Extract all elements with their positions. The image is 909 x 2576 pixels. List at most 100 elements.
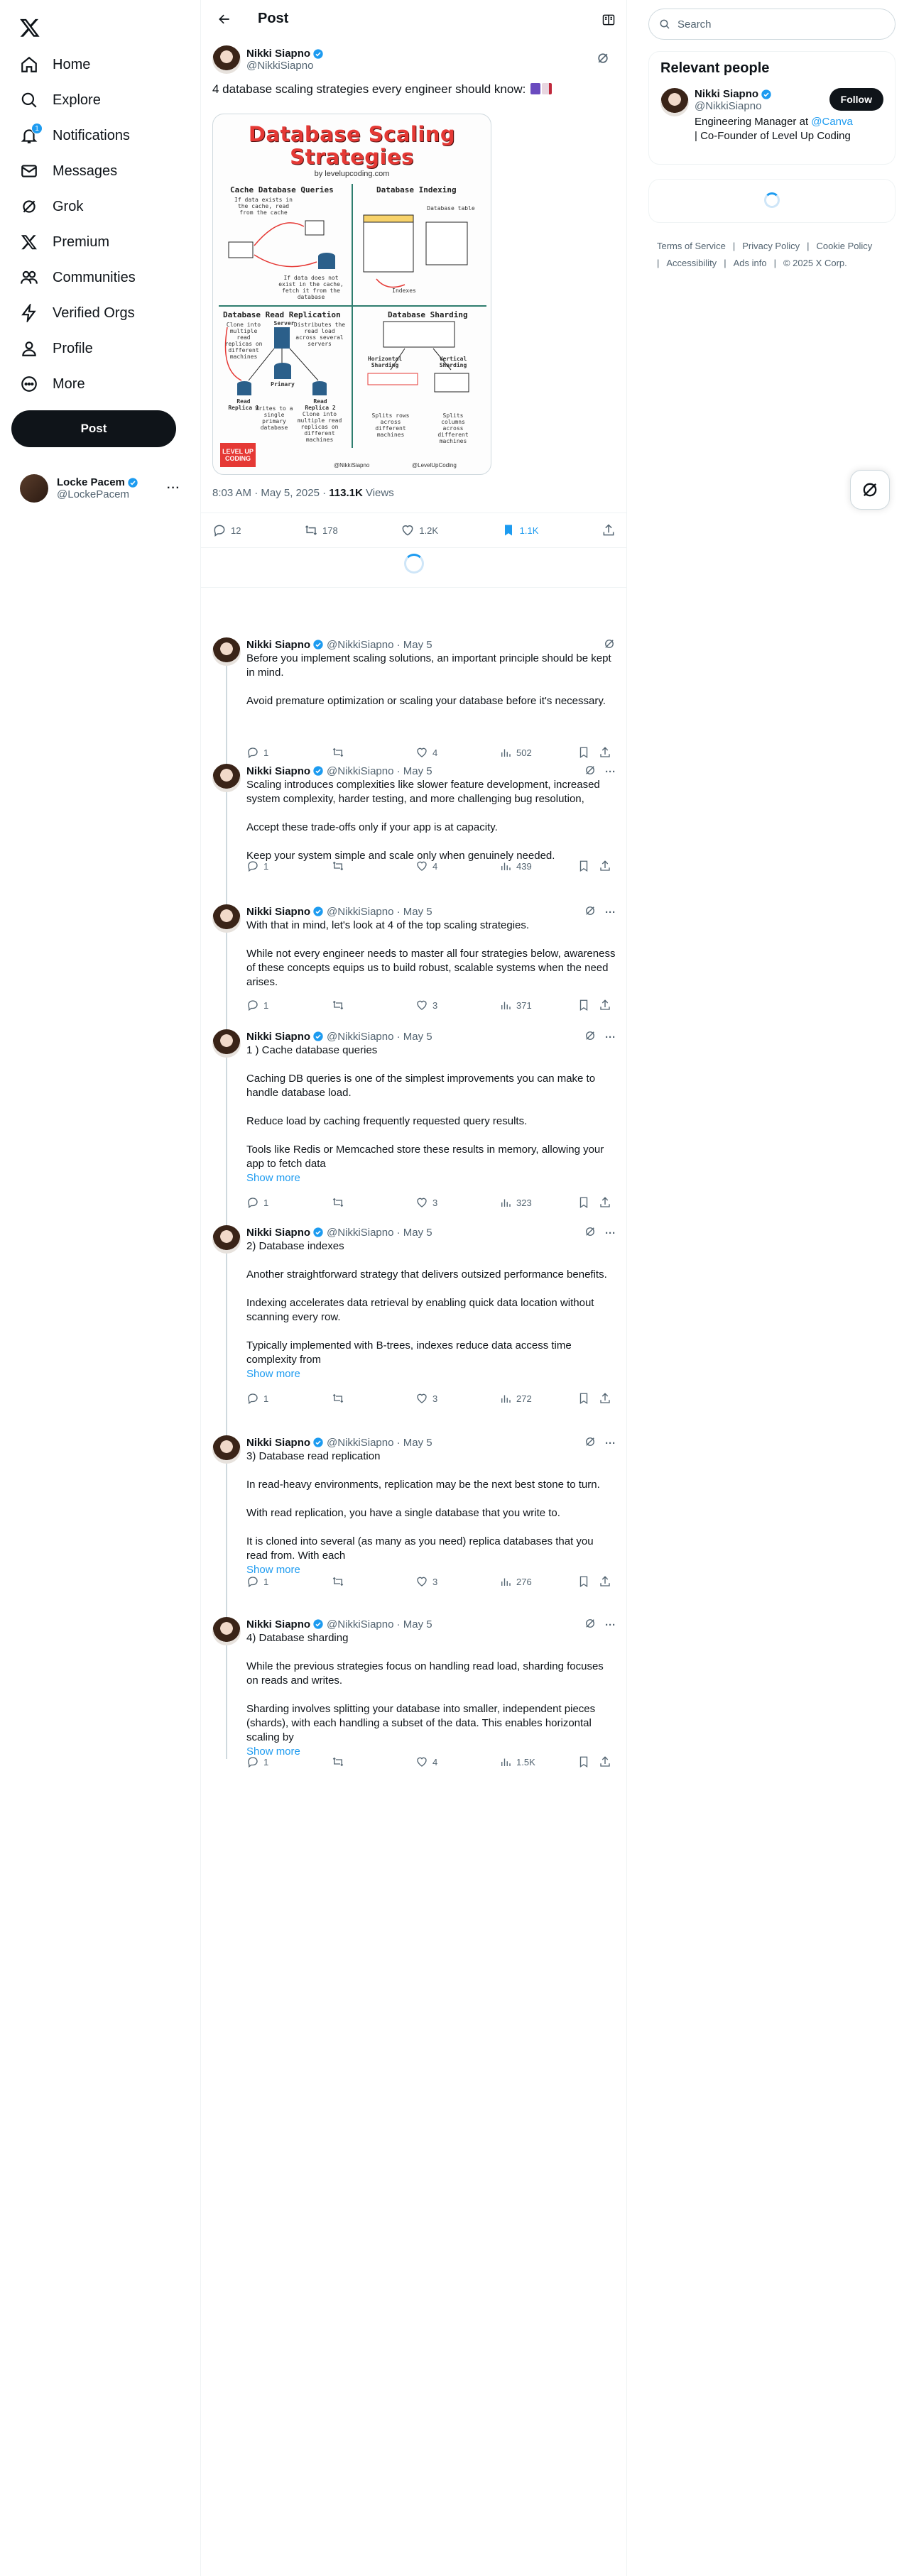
bookmark-button[interactable] bbox=[577, 1755, 599, 1768]
views-button[interactable]: 439 bbox=[499, 860, 577, 872]
like-button[interactable]: 3 bbox=[415, 1196, 499, 1209]
nav-profile[interactable]: Profile bbox=[11, 331, 102, 366]
avatar[interactable] bbox=[212, 764, 241, 792]
back-arrow-icon[interactable] bbox=[212, 7, 236, 31]
author-name[interactable]: Nikki Siapno bbox=[246, 1618, 310, 1630]
author-name[interactable]: Nikki Siapno bbox=[246, 1031, 310, 1043]
more-icon[interactable]: ··· bbox=[605, 1227, 616, 1239]
repost-button[interactable] bbox=[332, 860, 415, 872]
repost-button[interactable] bbox=[332, 999, 415, 1012]
avatar[interactable] bbox=[212, 1617, 241, 1645]
more-icon[interactable]: ··· bbox=[605, 766, 616, 778]
grok-floating-button[interactable] bbox=[850, 470, 890, 510]
bookmark-button[interactable] bbox=[577, 860, 599, 872]
grok-icon[interactable] bbox=[584, 764, 597, 779]
reply-button[interactable]: 1 bbox=[246, 1196, 332, 1209]
repost-button[interactable]: 178 bbox=[304, 523, 338, 537]
bio-link[interactable]: @Canva bbox=[811, 116, 853, 128]
bookmark-button[interactable] bbox=[577, 999, 599, 1012]
repost-button[interactable] bbox=[332, 1196, 415, 1209]
views-button[interactable]: 371 bbox=[499, 999, 577, 1012]
author-name[interactable]: Nikki Siapno bbox=[246, 1227, 310, 1239]
grok-icon[interactable] bbox=[584, 1225, 597, 1241]
author-handle-date[interactable]: @NikkiSiapno · May 5 bbox=[327, 765, 432, 777]
like-button[interactable]: 3 bbox=[415, 999, 499, 1012]
repost-button[interactable] bbox=[332, 1575, 415, 1588]
nav-notifications[interactable]: 1 Notifications bbox=[11, 118, 138, 153]
more-icon[interactable]: ··· bbox=[605, 1031, 616, 1043]
share-button[interactable] bbox=[599, 999, 613, 1012]
bookmark-button[interactable] bbox=[577, 1575, 599, 1588]
author-name[interactable]: Nikki Siapno bbox=[246, 48, 310, 60]
grok-icon[interactable] bbox=[584, 1029, 597, 1045]
author-handle-date[interactable]: @NikkiSiapno · May 5 bbox=[327, 1618, 432, 1630]
bookmark-button[interactable] bbox=[577, 746, 599, 759]
nav-premium[interactable]: Premium bbox=[11, 224, 118, 260]
author-name[interactable]: Nikki Siapno bbox=[246, 639, 310, 651]
nav-home[interactable]: Home bbox=[11, 47, 99, 82]
bookmark-button[interactable] bbox=[577, 1392, 599, 1405]
share-button[interactable] bbox=[599, 860, 613, 872]
reply-button[interactable]: 1 bbox=[246, 746, 332, 759]
avatar[interactable] bbox=[212, 1225, 241, 1254]
like-button[interactable]: 4 bbox=[415, 860, 499, 872]
like-button[interactable]: 3 bbox=[415, 1575, 499, 1588]
like-button[interactable]: 4 bbox=[415, 746, 499, 759]
views-button[interactable]: 502 bbox=[499, 746, 577, 759]
show-more-link[interactable]: Show more bbox=[246, 1171, 616, 1185]
avatar[interactable] bbox=[660, 88, 689, 116]
author-name[interactable]: Nikki Siapno bbox=[246, 765, 310, 777]
like-button[interactable]: 4 bbox=[415, 1755, 499, 1768]
search-input[interactable]: Search bbox=[648, 9, 896, 40]
views-button[interactable]: 272 bbox=[499, 1392, 577, 1405]
avatar[interactable] bbox=[212, 637, 241, 666]
grok-icon[interactable] bbox=[603, 637, 616, 653]
more-icon[interactable]: ··· bbox=[605, 1619, 616, 1631]
author-handle-date[interactable]: @NikkiSiapno · May 5 bbox=[327, 1437, 432, 1449]
more-icon[interactable]: ··· bbox=[605, 906, 616, 919]
avatar[interactable] bbox=[212, 1029, 241, 1058]
author-name[interactable]: Nikki Siapno bbox=[246, 906, 310, 918]
post-image[interactable]: Database Scaling Strategies by levelupcod… bbox=[212, 114, 491, 475]
share-button[interactable] bbox=[599, 1755, 613, 1768]
nav-grok[interactable]: Grok bbox=[11, 189, 92, 224]
follow-button[interactable]: Follow bbox=[829, 88, 883, 111]
x-logo-icon[interactable] bbox=[19, 17, 42, 40]
reply-button[interactable]: 1 bbox=[246, 860, 332, 872]
footer-link[interactable]: | bbox=[657, 258, 659, 268]
relevant-person[interactable]: Nikki Siapno @NikkiSiapno Engineering Ma… bbox=[649, 85, 895, 153]
author-handle[interactable]: @NikkiSiapno bbox=[246, 60, 324, 72]
grok-icon[interactable] bbox=[584, 1617, 597, 1633]
author-handle-date[interactable]: @NikkiSiapno · May 5 bbox=[327, 1227, 432, 1239]
footer-link[interactable]: Cookie Policy bbox=[817, 241, 873, 251]
author-handle-date[interactable]: @NikkiSiapno · May 5 bbox=[327, 1031, 432, 1043]
grok-icon[interactable] bbox=[584, 1435, 597, 1451]
nav-messages[interactable]: Messages bbox=[11, 153, 126, 189]
footer-link[interactable]: | bbox=[774, 258, 776, 268]
footer-link[interactable]: Terms of Service bbox=[657, 241, 726, 251]
show-more-link[interactable]: Show more bbox=[246, 1367, 616, 1381]
post-button[interactable]: Post bbox=[11, 410, 176, 447]
more-icon[interactable]: ··· bbox=[605, 1437, 616, 1449]
reply-button[interactable]: 1 bbox=[246, 1755, 332, 1768]
nav-explore[interactable]: Explore bbox=[11, 82, 109, 118]
nav-verified-orgs[interactable]: Verified Orgs bbox=[11, 295, 143, 331]
reply-button[interactable]: 1 bbox=[246, 1575, 332, 1588]
reply-button[interactable]: 1 bbox=[246, 1392, 332, 1405]
bookmark-button[interactable]: 1.1K bbox=[501, 523, 538, 537]
footer-link[interactable]: | bbox=[724, 258, 726, 268]
reply-button[interactable]: 12 bbox=[212, 523, 241, 537]
repost-button[interactable] bbox=[332, 1755, 415, 1768]
avatar[interactable] bbox=[212, 1435, 241, 1464]
grok-icon[interactable] bbox=[596, 51, 610, 65]
repost-button[interactable] bbox=[332, 746, 415, 759]
share-button[interactable] bbox=[602, 523, 616, 537]
views-button[interactable]: 323 bbox=[499, 1196, 577, 1209]
author-name[interactable]: Nikki Siapno bbox=[246, 1437, 310, 1449]
avatar[interactable] bbox=[212, 45, 241, 74]
bookmark-button[interactable] bbox=[577, 1196, 599, 1209]
like-button[interactable]: 3 bbox=[415, 1392, 499, 1405]
reader-mode-icon[interactable] bbox=[602, 13, 616, 27]
nav-more[interactable]: More bbox=[11, 366, 94, 402]
like-button[interactable]: 1.2K bbox=[401, 523, 438, 537]
